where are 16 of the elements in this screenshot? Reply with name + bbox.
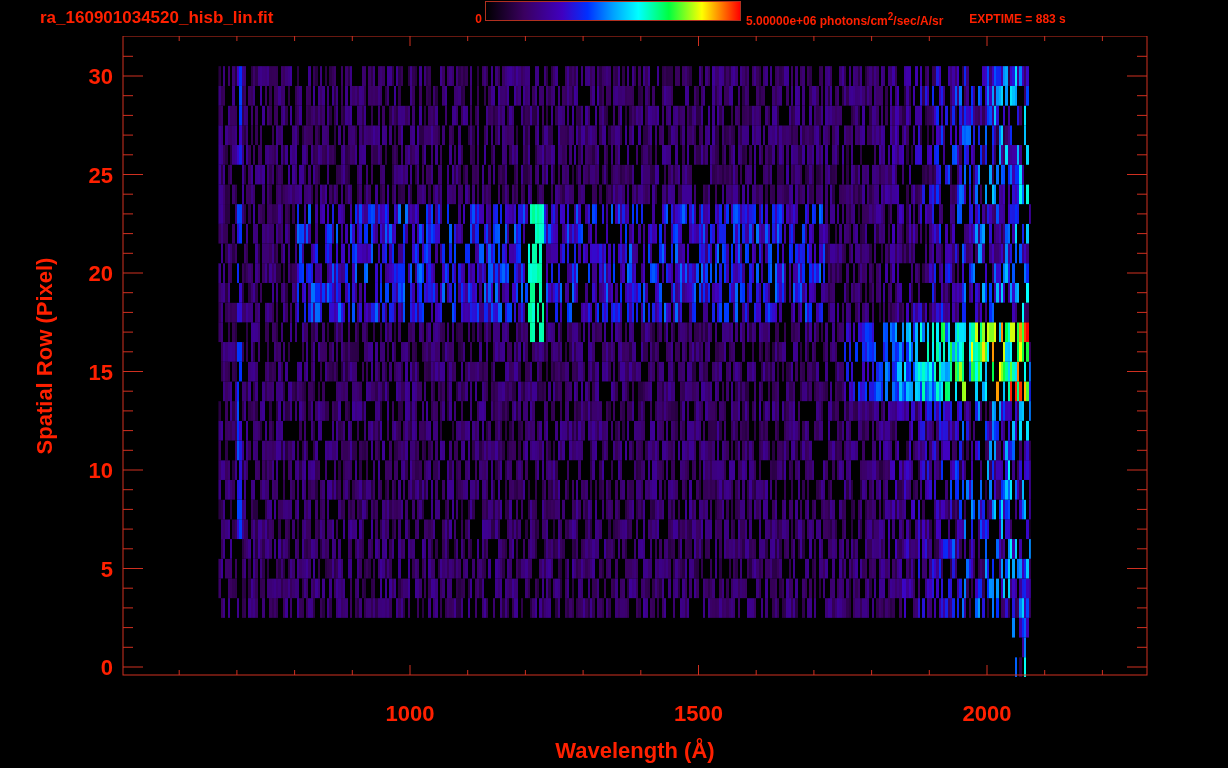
x-tick-label: 2000 <box>962 701 1012 726</box>
y-tick-label: 30 <box>88 64 113 89</box>
colorbar-min-label: 0 <box>474 12 482 26</box>
exposure-time-label: EXPTIME = 883 s <box>969 12 1066 26</box>
y-tick-label: 15 <box>88 359 113 385</box>
colorbar-max-label: 5.00000e+06 photons/cm$^{2}$/sec/A/sr <box>746 10 944 28</box>
y-tick-label: 20 <box>88 261 113 286</box>
x-axis-label: Wavelength (Å) <box>555 738 715 763</box>
file-title: ra_160901034520_hisb_lin.fit <box>40 8 275 28</box>
x-tick-label: 1000 <box>385 701 435 726</box>
y-axis-label: Spatial Row (Pixel) <box>32 257 57 455</box>
y-tick-label: 5 <box>100 556 113 582</box>
x-tick-label: 1500 <box>674 701 723 726</box>
y-tick-label: 10 <box>88 458 113 483</box>
y-tick-label: 25 <box>88 162 113 188</box>
y-tick-label: 0 <box>100 655 113 680</box>
